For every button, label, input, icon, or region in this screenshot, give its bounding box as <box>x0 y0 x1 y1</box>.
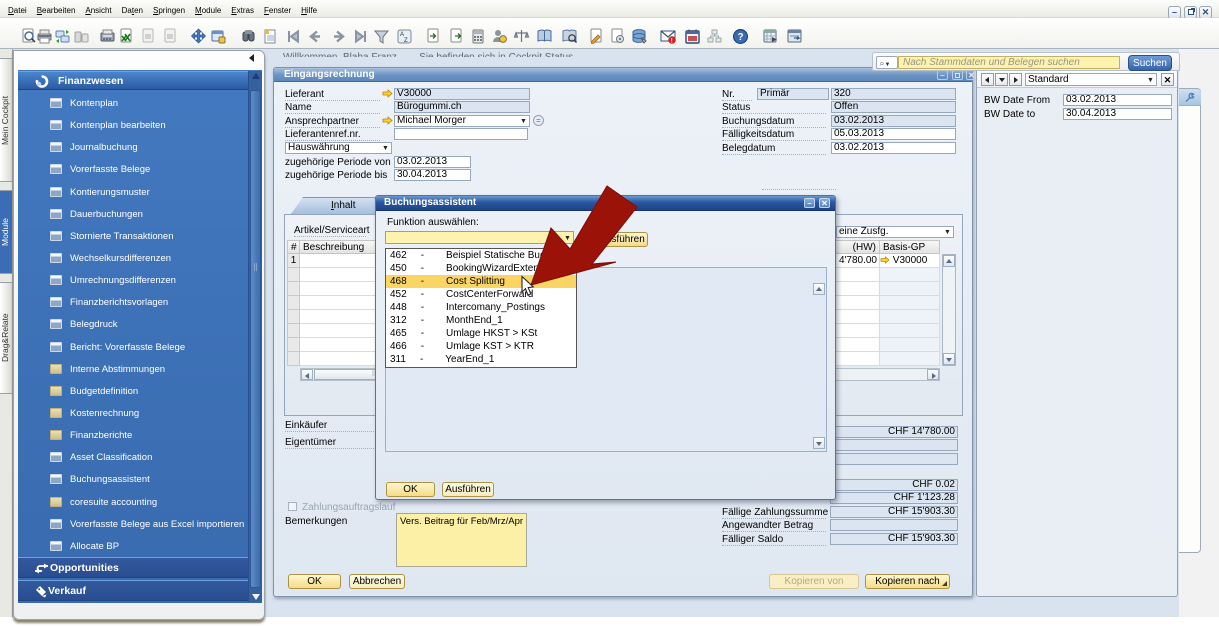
svg-text:!: ! <box>671 38 673 45</box>
svg-text:Z: Z <box>404 38 408 44</box>
svg-text:?: ? <box>738 32 744 43</box>
